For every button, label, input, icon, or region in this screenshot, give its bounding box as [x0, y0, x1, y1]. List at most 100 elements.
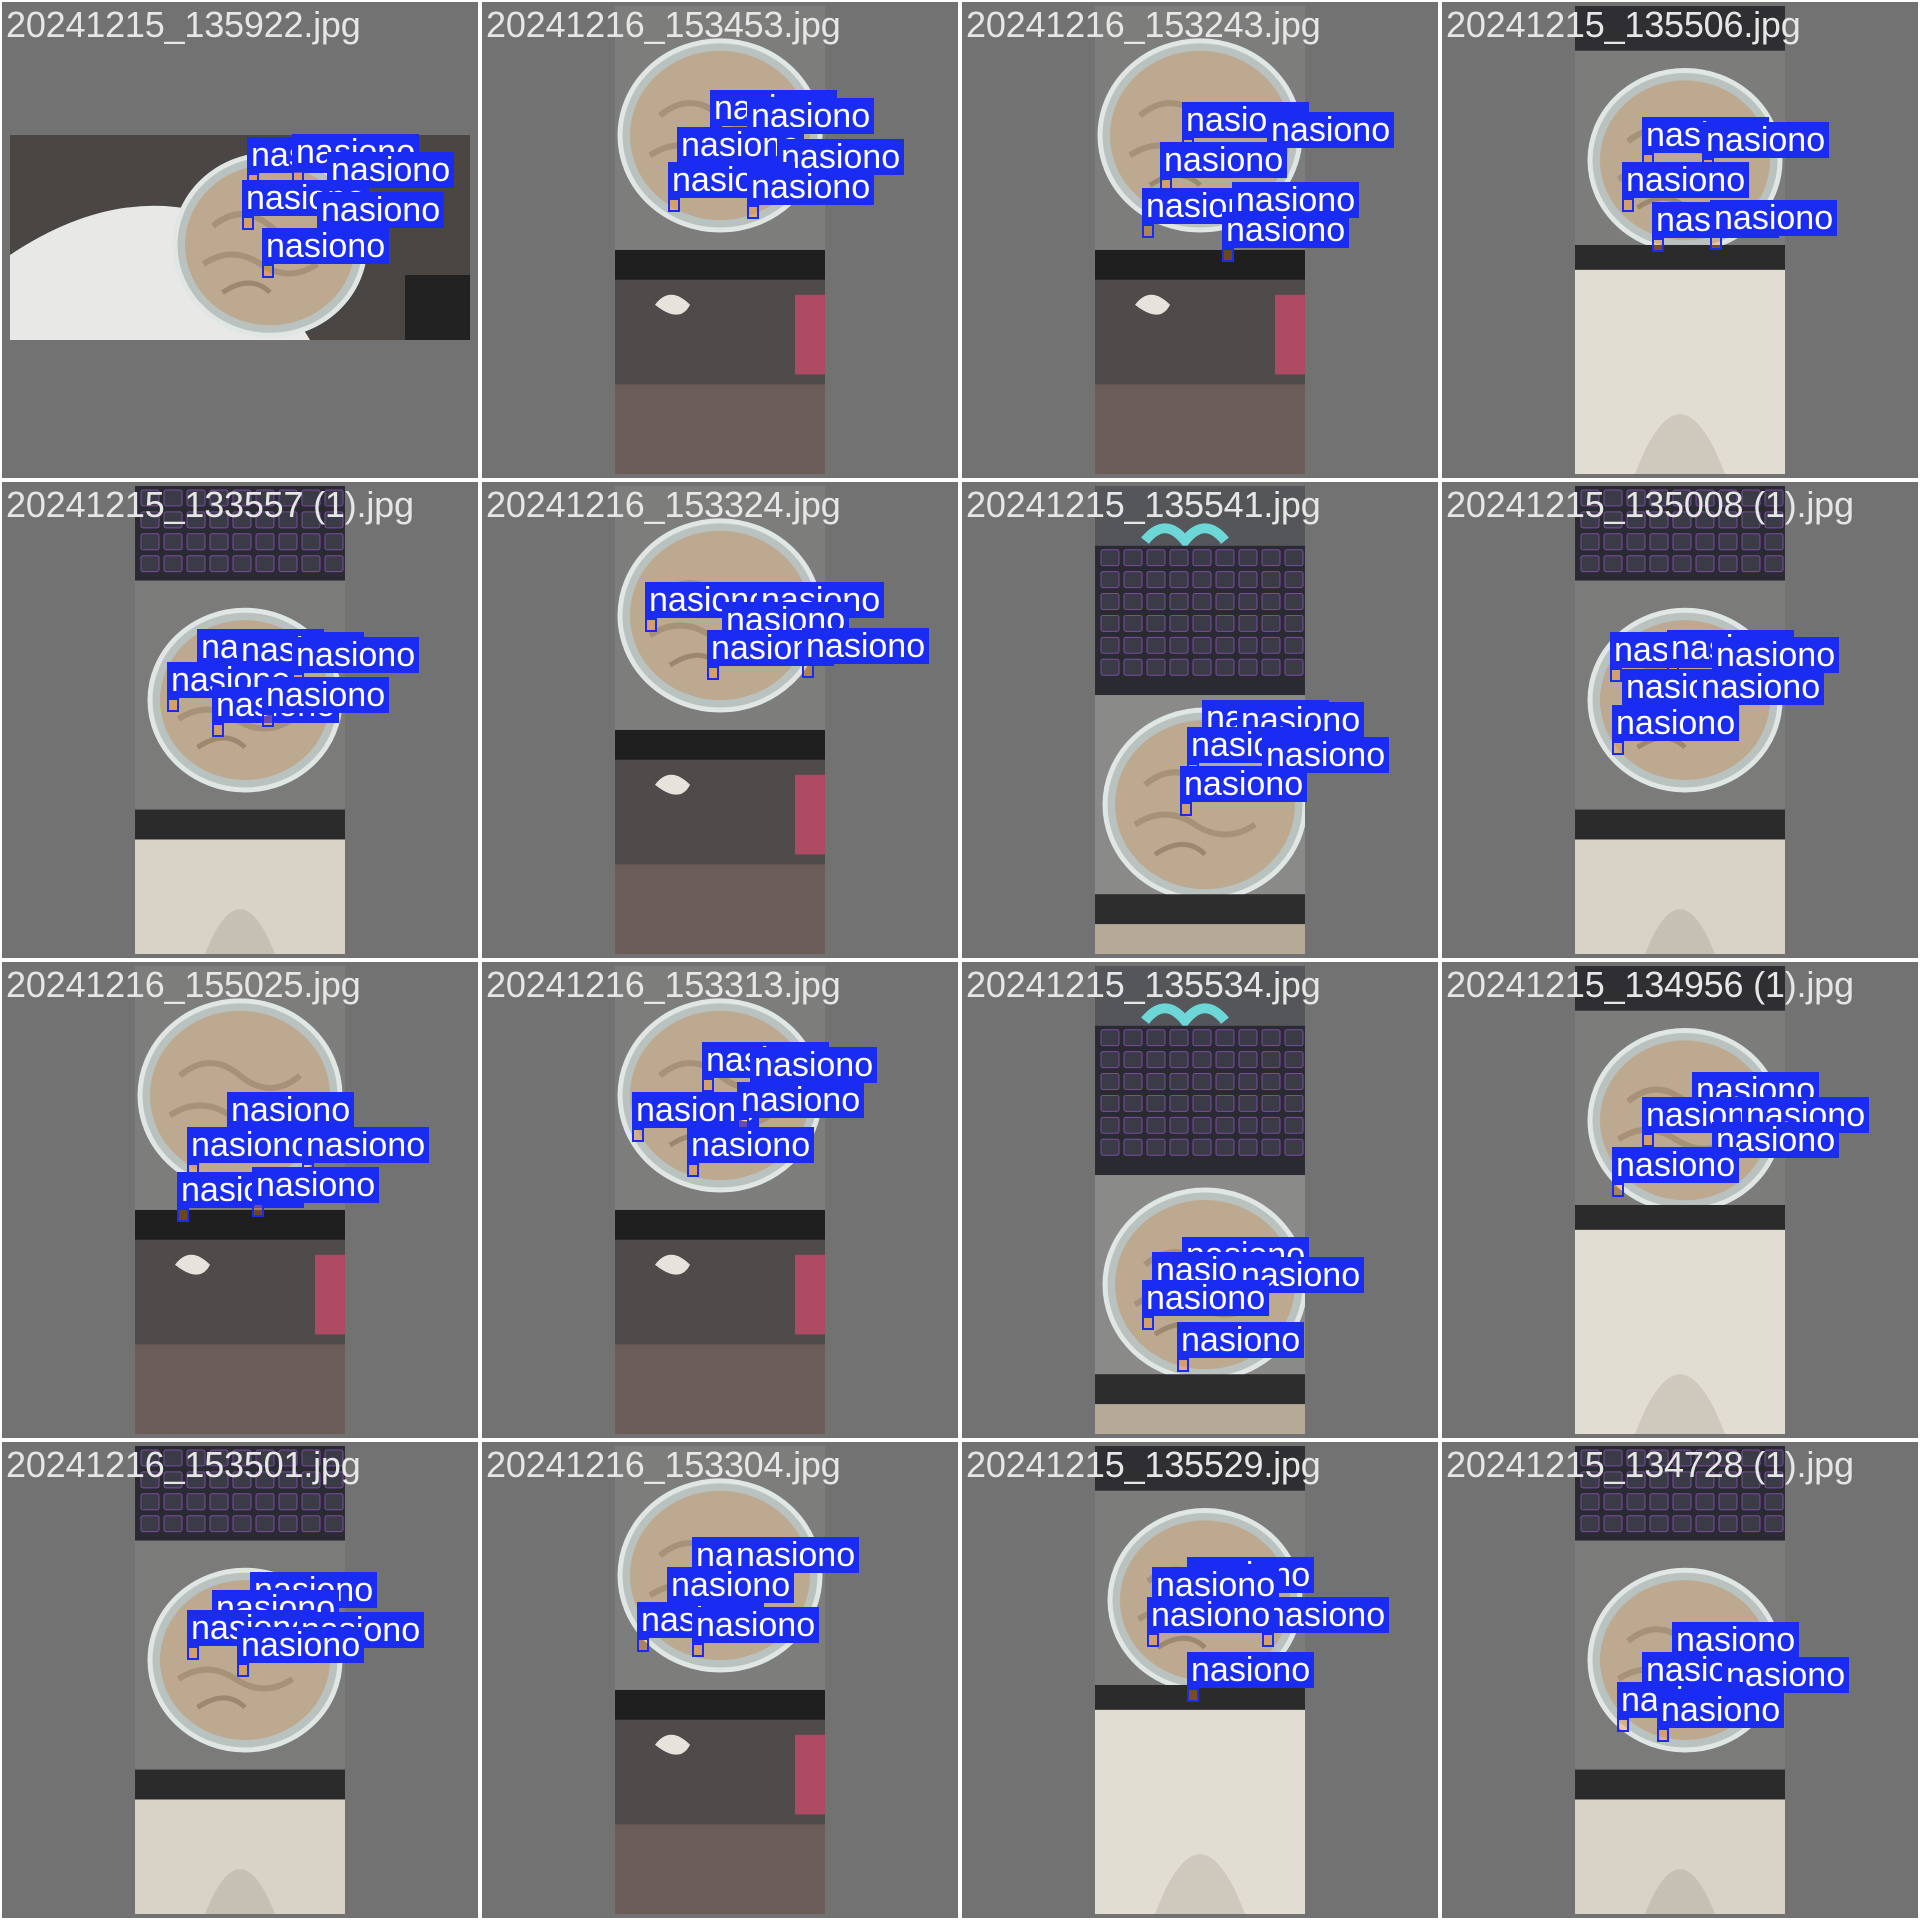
detection-label: nasiono	[1160, 142, 1288, 178]
detection-box	[1622, 198, 1634, 212]
detection-box	[1142, 224, 1154, 238]
detection-box	[212, 723, 224, 737]
tile-filename: 20241215_134956 (1).jpg	[1446, 964, 1854, 1005]
grid-tile: nasiononasiononasiononasiononasiononasio…	[2, 482, 478, 958]
detection-label: nasiono	[802, 628, 930, 664]
tile-photo	[615, 966, 825, 1434]
grid-tile: nasiononasiononasiononasiononasiono20241…	[962, 962, 1438, 1438]
detection-label: nasiono	[667, 1567, 795, 1603]
tile-filename: 20241216_153313.jpg	[486, 964, 841, 1005]
detection-box	[637, 1638, 649, 1652]
detection-label: nasiono	[1142, 1280, 1270, 1316]
detection-box	[1222, 248, 1234, 262]
detection-label: nasiono	[1657, 1692, 1785, 1728]
grid-tile: nasiononasiononasiononasiononasiono20241…	[2, 1442, 478, 1918]
tile-filename: 20241215_133557 (1).jpg	[6, 484, 414, 525]
tile-photo	[1575, 966, 1785, 1434]
grid-tile: nasiononasiononasiononasiononasiono20241…	[482, 482, 958, 958]
detection-label: nasiono	[237, 1627, 365, 1663]
detection-label: nasiono	[317, 192, 445, 228]
detection-box	[802, 664, 814, 678]
grid-tile: nasiononasiononasiononasiononasiono20241…	[962, 482, 1438, 958]
grid-tile: nasiononasiononasiononasiononasiono20241…	[482, 1442, 958, 1918]
detection-label: nasiono	[1612, 705, 1740, 741]
tile-filename: 20241216_153501.jpg	[6, 1444, 361, 1485]
detection-label: nasiono	[252, 1167, 380, 1203]
detection-label: nasiono	[1262, 1597, 1390, 1633]
tile-photo	[135, 1446, 345, 1914]
image-grid: nasiononasiononasiononasiononasiononasio…	[0, 0, 1920, 1920]
detection-label: nasiono	[1612, 1147, 1740, 1183]
detection-label: nasiono	[1147, 1597, 1275, 1633]
detection-label: nasiono	[292, 637, 420, 673]
detection-label: nasiono	[687, 1127, 815, 1163]
tile-filename: 20241216_153453.jpg	[486, 4, 841, 45]
grid-tile: nasiononasiononasiononasiononasiononasio…	[962, 2, 1438, 478]
detection-box	[687, 1163, 699, 1177]
tile-filename: 20241215_135008 (1).jpg	[1446, 484, 1854, 525]
grid-tile: nasiononasiononasiononasiononasiono20241…	[1442, 962, 1918, 1438]
detection-box	[747, 205, 759, 219]
detection-label: nasiono	[1622, 162, 1750, 198]
detection-box	[668, 198, 680, 212]
grid-tile: nasiononasiononasiononasiononasiononasio…	[482, 2, 958, 478]
detection-box	[1657, 1728, 1669, 1742]
detection-label: nasiono	[1177, 1322, 1305, 1358]
grid-tile: nasiononasiononasiononasiononasiono20241…	[2, 962, 478, 1438]
grid-tile: nasiononasiononasiononasiononasiononasio…	[1442, 482, 1918, 958]
detection-box	[262, 264, 274, 278]
grid-tile: nasiononasiononasiononasiononasiono20241…	[1442, 2, 1918, 478]
detection-label: nasiono	[262, 677, 390, 713]
detection-box	[1642, 1133, 1654, 1147]
tile-filename: 20241215_134728 (1).jpg	[1446, 1444, 1854, 1485]
tile-photo	[615, 1446, 825, 1914]
detection-box	[1147, 1633, 1159, 1647]
detection-label: nasiono	[1702, 122, 1830, 158]
detection-box	[702, 1078, 714, 1092]
tile-filename: 20241216_153243.jpg	[966, 4, 1321, 45]
tile-filename: 20241216_153324.jpg	[486, 484, 841, 525]
tile-photo	[615, 486, 825, 954]
tile-filename: 20241215_135506.jpg	[1446, 4, 1801, 45]
tile-photo	[615, 6, 825, 474]
detection-label: nasiono	[227, 1092, 355, 1128]
detection-label: nasiono	[1180, 766, 1308, 802]
grid-tile: nasiononasiononasiononasiononasiono20241…	[482, 962, 958, 1438]
tile-photo	[1575, 6, 1785, 474]
detection-box	[262, 713, 274, 727]
tile-filename: 20241216_155025.jpg	[6, 964, 361, 1005]
tile-photo	[1095, 966, 1305, 1434]
tile-filename: 20241215_135922.jpg	[6, 4, 361, 45]
detection-box	[177, 1208, 189, 1222]
detection-box	[1617, 1718, 1629, 1732]
detection-label: nasiono	[1222, 212, 1350, 248]
detection-box	[1612, 1183, 1624, 1197]
tile-filename: 20241216_153304.jpg	[486, 1444, 841, 1485]
detection-box	[707, 666, 719, 680]
detection-box	[1180, 802, 1192, 816]
detection-label: nasiono	[750, 1047, 878, 1083]
tile-filename: 20241215_135541.jpg	[966, 484, 1321, 525]
detection-box	[187, 1646, 199, 1660]
grid-tile: nasiononasiononasiononasiononasiono20241…	[1442, 1442, 1918, 1918]
detection-box	[167, 698, 179, 712]
detection-box	[1142, 1316, 1154, 1330]
detection-box	[237, 1663, 249, 1677]
tile-filename: 20241215_135534.jpg	[966, 964, 1321, 1005]
grid-tile: nasiononasiononasiononasiononasiononasio…	[2, 2, 478, 478]
detection-label: nasiono	[1710, 200, 1838, 236]
detection-box	[1652, 238, 1664, 252]
grid-tile: nasiononasiononasiononasiononasiono20241…	[962, 1442, 1438, 1918]
detection-box	[1177, 1358, 1189, 1372]
detection-box	[1262, 1633, 1274, 1647]
detection-box	[242, 216, 254, 230]
detection-box	[252, 1203, 264, 1217]
detection-box	[1710, 236, 1722, 250]
detection-label: nasiono	[747, 169, 875, 205]
detection-label: nasiono	[302, 1127, 430, 1163]
detection-label: nasiono	[1697, 669, 1825, 705]
detection-box	[692, 1643, 704, 1657]
detection-label: nasiono	[737, 1082, 865, 1118]
detection-box	[1612, 741, 1624, 755]
detection-label: nasiono	[1187, 1652, 1315, 1688]
